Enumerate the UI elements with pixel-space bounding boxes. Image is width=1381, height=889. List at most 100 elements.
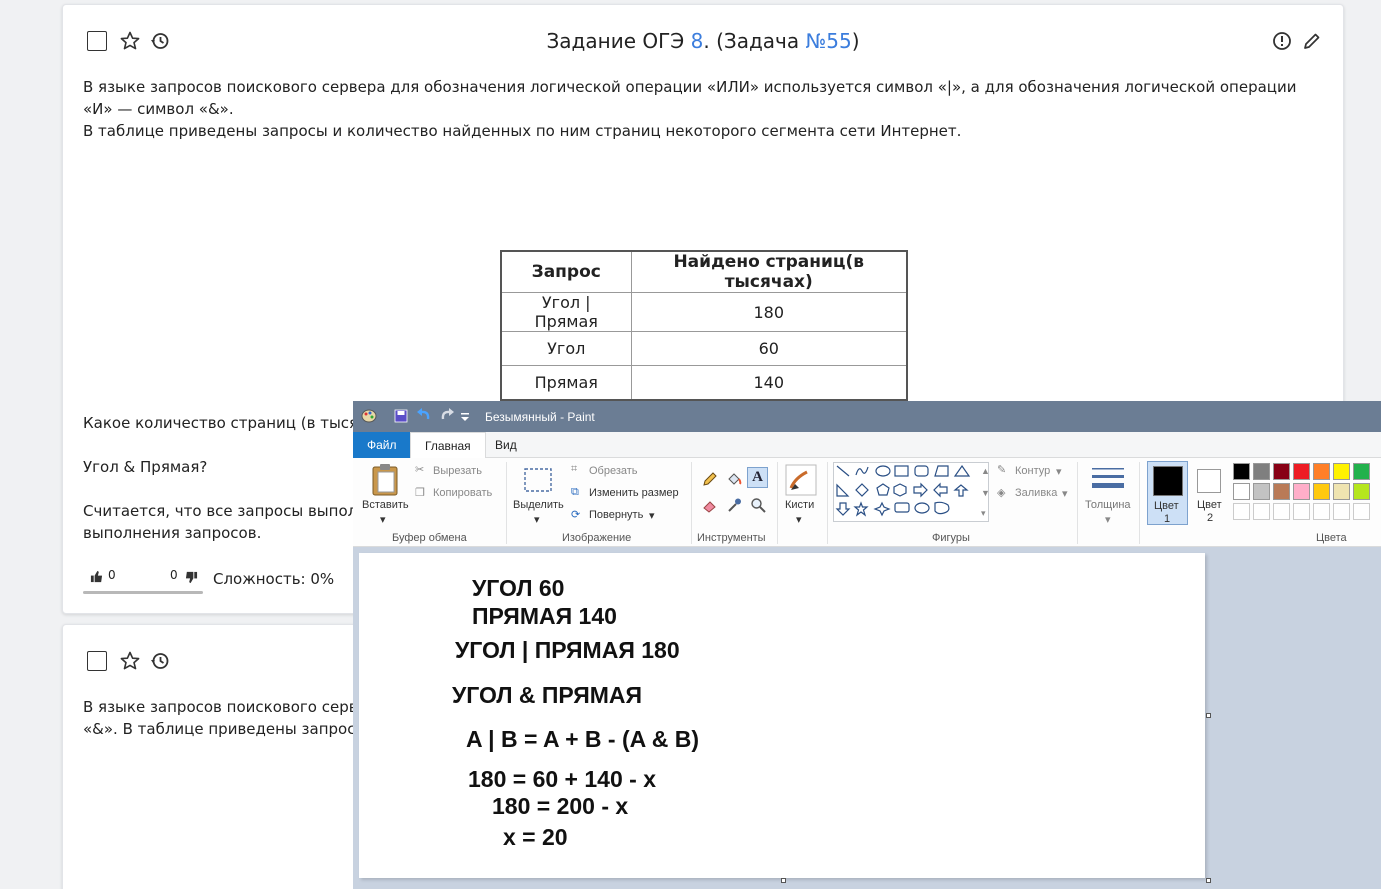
tab-home[interactable]: Главная (410, 432, 486, 459)
paste-button[interactable]: Вставить (362, 499, 409, 511)
table-row: Прямая 140 (500, 365, 908, 400)
thumbs-down-icon[interactable] (184, 570, 198, 584)
chevron-down-icon[interactable]: ▾ (796, 513, 802, 526)
likes-count: 0 (108, 568, 116, 582)
color-swatch[interactable] (1253, 463, 1270, 480)
resize-button[interactable]: Изменить размер (589, 487, 679, 499)
brushes-button[interactable]: Кисти (785, 499, 814, 511)
color-swatch[interactable] (1353, 463, 1370, 480)
history-icon[interactable] (149, 650, 171, 672)
redo-icon[interactable] (439, 408, 455, 424)
fill-button[interactable]: Заливка (1015, 487, 1057, 499)
text-icon[interactable]: A (747, 467, 768, 488)
eraser-icon[interactable] (701, 496, 719, 514)
chevron-down-icon[interactable]: ▾ (1056, 465, 1062, 478)
tab-file[interactable]: Файл (353, 432, 411, 458)
chevron-down-icon[interactable]: ▾ (1062, 487, 1068, 500)
color-swatch[interactable] (1313, 503, 1330, 520)
rotate-icon[interactable]: ⟳ (571, 508, 580, 521)
problem-number-link[interactable]: №55 (805, 29, 851, 53)
color-swatch[interactable] (1233, 463, 1250, 480)
resize-handle-right[interactable] (1206, 713, 1211, 718)
color-picker-icon[interactable] (725, 496, 743, 514)
scroll-down-icon[interactable]: ▼ (981, 488, 990, 498)
rotate-button[interactable]: Повернуть (589, 509, 643, 521)
pencil-icon[interactable] (701, 470, 719, 488)
cut-button[interactable]: Вырезать (433, 465, 482, 477)
customize-toolbar-icon[interactable] (459, 408, 475, 424)
table-cell: Угол | Прямая (500, 292, 632, 332)
color-swatch[interactable] (1293, 483, 1310, 500)
color-swatch[interactable] (1353, 503, 1370, 520)
resize-icon[interactable]: ⧉ (571, 486, 579, 499)
task-number-link[interactable]: 8 (691, 29, 704, 53)
canvas-text: 180 = 60 + 140 - x (468, 766, 656, 792)
resize-handle-bottom[interactable] (781, 878, 786, 883)
fill-shape-icon[interactable]: ◈ (997, 486, 1005, 499)
thumbs-up-icon[interactable] (89, 569, 103, 583)
color-swatch[interactable] (1333, 483, 1350, 500)
crop-icon[interactable]: ⌗ (571, 463, 577, 476)
chevron-down-icon[interactable]: ▾ (380, 513, 386, 526)
color-swatch[interactable] (1313, 483, 1330, 500)
magnifier-icon[interactable] (749, 496, 767, 514)
color-swatch[interactable] (1253, 483, 1270, 500)
chevron-down-icon[interactable]: ▾ (534, 513, 540, 526)
star-icon[interactable] (119, 650, 141, 672)
paint-app-icon[interactable] (361, 408, 377, 424)
thickness-button[interactable]: Толщина (1085, 499, 1131, 511)
color-swatch[interactable] (1273, 503, 1290, 520)
chevron-down-icon[interactable]: ▾ (649, 509, 655, 522)
select-checkbox[interactable] (87, 651, 107, 671)
resize-handle-corner[interactable] (1206, 878, 1211, 883)
table-cell: 180 (630, 292, 908, 332)
chevron-down-icon[interactable]: ▾ (1105, 513, 1111, 526)
color-swatch[interactable] (1273, 483, 1290, 500)
drawing-canvas[interactable]: УГОЛ 60 ПРЯМАЯ 140 УГОЛ | ПРЯМАЯ 180 УГО… (359, 553, 1205, 878)
ribbon: Вставить ▾ ✂ Вырезать ❐ Копировать Буфер… (353, 458, 1381, 547)
table-row: Угол | Прямая 180 (500, 292, 908, 332)
color-2-selector[interactable]: Цвет 2 (1191, 461, 1229, 525)
color-2-label: Цвет (1197, 499, 1222, 511)
color-swatch[interactable] (1233, 483, 1250, 500)
color-swatch[interactable] (1333, 463, 1350, 480)
color-swatch[interactable] (1273, 463, 1290, 480)
color-swatch[interactable] (1293, 463, 1310, 480)
report-icon[interactable] (1271, 30, 1293, 52)
canvas-text: УГОЛ 60 (472, 575, 565, 601)
group-label-shapes: Фигуры (932, 532, 970, 544)
crop-button[interactable]: Обрезать (589, 465, 638, 477)
color-swatch[interactable] (1353, 483, 1370, 500)
undo-icon[interactable] (416, 408, 432, 424)
color-swatch[interactable] (1233, 503, 1250, 520)
task-text: В языке запросов поискового сервера для … (83, 78, 1297, 140)
shapes-gallery[interactable] (833, 462, 989, 522)
fill-icon[interactable] (725, 470, 743, 488)
paste-icon[interactable] (369, 463, 401, 497)
outline-button[interactable]: Контур (1015, 465, 1050, 477)
more-shapes-icon[interactable]: ▾ (981, 508, 986, 519)
color-swatch[interactable] (1253, 503, 1270, 520)
edit-icon[interactable] (1301, 30, 1323, 52)
color-swatch[interactable] (1333, 503, 1350, 520)
brush-icon[interactable] (784, 464, 818, 496)
table-header: Запрос (500, 250, 632, 293)
thickness-icon[interactable] (1091, 464, 1125, 494)
vote-ratio-bar (83, 591, 203, 594)
color-swatch[interactable] (1313, 463, 1330, 480)
scroll-up-icon[interactable]: ▲ (981, 466, 990, 476)
cut-icon[interactable]: ✂ (415, 463, 424, 476)
copy-icon[interactable]: ❐ (415, 486, 425, 499)
canvas-text: УГОЛ | ПРЯМАЯ 180 (455, 637, 680, 663)
canvas-text: УГОЛ & ПРЯМАЯ (452, 682, 643, 708)
table-header-row: Запрос Найдено страниц(в тысячах) (500, 250, 908, 293)
select-icon[interactable] (522, 466, 554, 494)
select-button[interactable]: Выделить (513, 499, 564, 511)
color-swatch[interactable] (1293, 503, 1310, 520)
tab-view[interactable]: Вид (481, 432, 531, 458)
save-icon[interactable] (393, 408, 409, 424)
copy-button[interactable]: Копировать (433, 487, 492, 499)
canvas-text: ПРЯМАЯ 140 (472, 603, 617, 629)
outline-icon[interactable]: ✎ (997, 463, 1006, 476)
color-1-selector[interactable]: Цвет 1 (1147, 461, 1188, 525)
